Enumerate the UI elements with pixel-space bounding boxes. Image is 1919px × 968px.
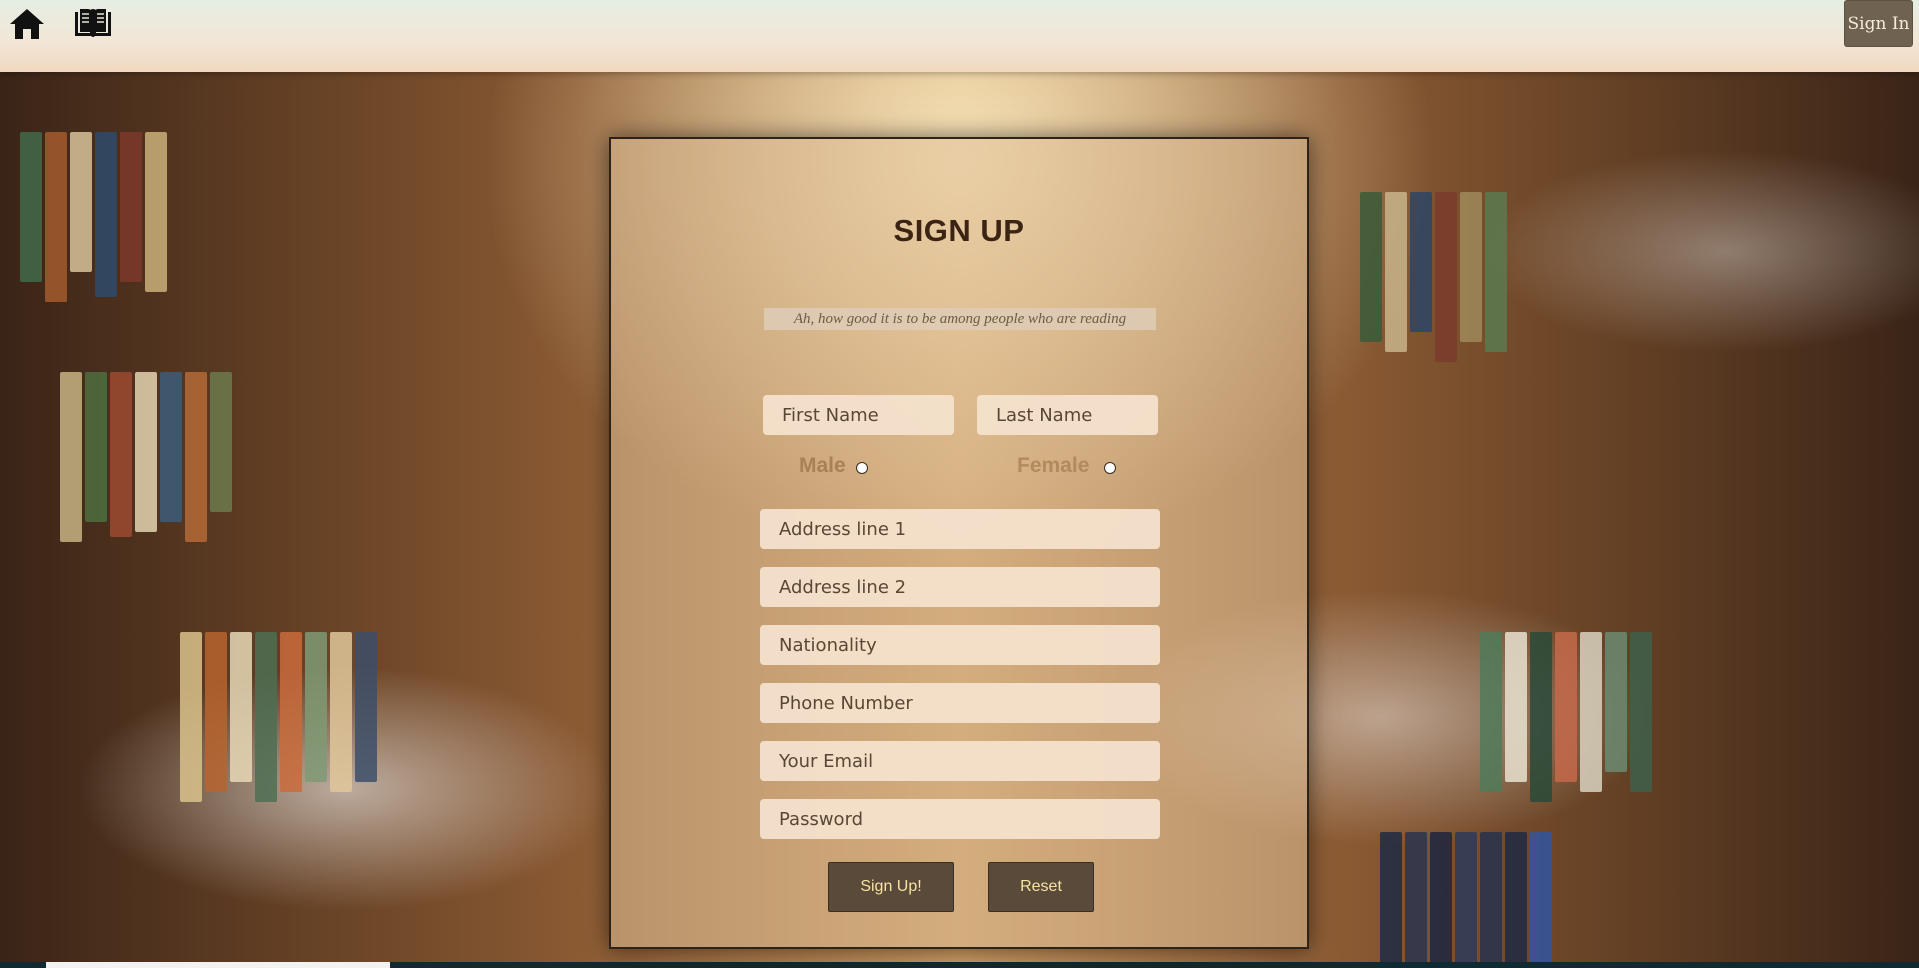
page-title: SIGN UP	[893, 213, 1025, 248]
address-line-1-input[interactable]	[760, 509, 1160, 549]
male-radio[interactable]	[856, 462, 868, 474]
reading-quote: Ah, how good it is to be among people wh…	[764, 308, 1156, 330]
decorative-books	[1380, 832, 1552, 968]
female-label: Female	[1017, 454, 1090, 477]
first-name-input[interactable]	[763, 395, 954, 435]
sign-in-button[interactable]: Sign In	[1844, 0, 1913, 47]
top-navbar: Sign In	[0, 0, 1919, 72]
phone-number-input[interactable]	[760, 683, 1160, 723]
sign-up-button[interactable]: Sign Up!	[828, 862, 954, 912]
male-label: Male	[799, 454, 846, 477]
female-radio[interactable]	[1104, 462, 1116, 474]
last-name-input[interactable]	[977, 395, 1158, 435]
password-input[interactable]	[760, 799, 1160, 839]
home-icon[interactable]	[8, 6, 46, 42]
decorative-books	[20, 132, 167, 302]
email-input[interactable]	[760, 741, 1160, 781]
decorative-books	[1360, 192, 1507, 362]
decorative-books	[180, 632, 377, 802]
open-book-icon[interactable]	[72, 6, 114, 42]
reset-button[interactable]: Reset	[988, 862, 1094, 912]
address-line-2-input[interactable]	[760, 567, 1160, 607]
scroll-indicator	[46, 962, 390, 968]
signup-card: SIGN UP Ah, how good it is to be among p…	[609, 137, 1309, 949]
decorative-books	[60, 372, 232, 542]
decorative-books	[1480, 632, 1652, 802]
bottom-strip	[0, 962, 1919, 968]
nationality-input[interactable]	[760, 625, 1160, 665]
